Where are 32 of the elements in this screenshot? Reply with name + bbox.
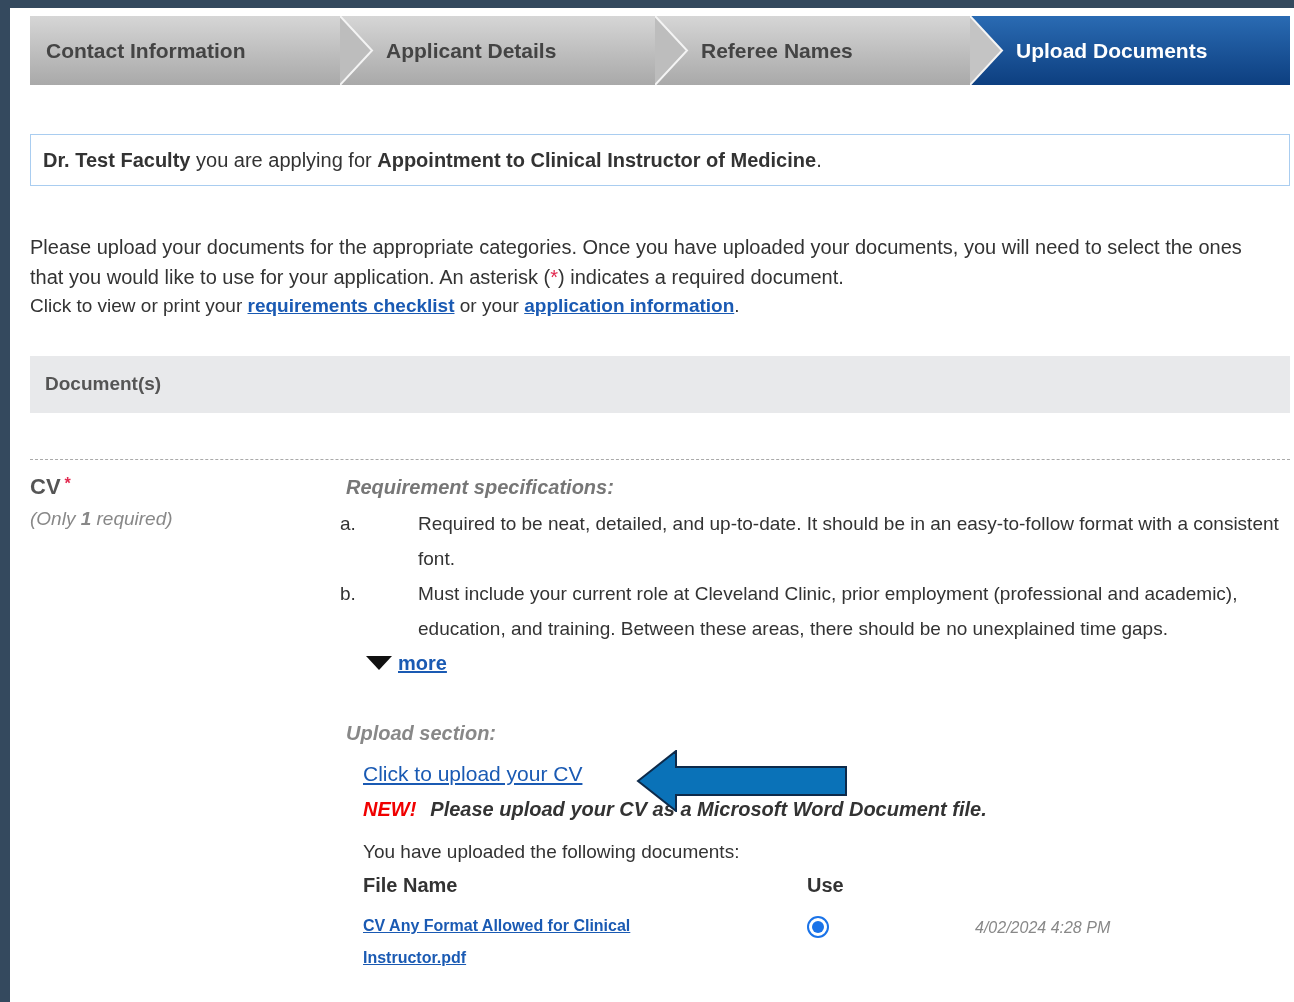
column-header: Use bbox=[807, 873, 844, 898]
upload-date: 4/02/2024 4:28 PM bbox=[975, 918, 1111, 938]
list-marker: b. bbox=[340, 582, 357, 606]
step-tab[interactable]: Referee Names bbox=[655, 16, 970, 85]
more-link[interactable]: more bbox=[398, 648, 447, 678]
application-info-link[interactable]: application information bbox=[524, 295, 735, 316]
use-radio[interactable] bbox=[807, 916, 829, 938]
caret-down-icon bbox=[366, 656, 392, 670]
spec-text: Required to be neat, detailed, and up-to-date. It should be in an easy-to-follow format with a consistent font. bbox=[418, 512, 1280, 571]
document-name: CV bbox=[30, 473, 61, 501]
chevron-separator-icon bbox=[340, 16, 374, 85]
chevron-separator-icon bbox=[970, 16, 1004, 85]
count-note: (Only 1 required) bbox=[30, 507, 173, 531]
section-title: Document(s) bbox=[45, 372, 162, 397]
list-marker: a. bbox=[340, 512, 357, 536]
column-header: File Name bbox=[363, 873, 459, 898]
instructions-text: Please upload your documents for the appropriate categories. Once you have uploaded your documents, you will need to select the ones that you would like to use for your application. An asterisk (*) indicates a required document. bbox=[30, 235, 1243, 290]
spec-text: Must include your current role at Cleveland Clinic, prior employment (professional and academic), education, and training. Between these areas, there should be no unexplained time gaps. bbox=[418, 582, 1239, 641]
checklist-link[interactable]: requirements checklist bbox=[247, 295, 455, 316]
links-text: Click to view or print your requirements checklist or your application information. bbox=[30, 294, 741, 318]
chevron-separator-icon bbox=[655, 16, 689, 85]
uploaded-intro: You have uploaded the following documents: bbox=[363, 839, 740, 864]
upload-link[interactable]: Click to upload your CV bbox=[363, 758, 583, 790]
step-tab[interactable]: Contact Information bbox=[30, 16, 340, 85]
file-link[interactable]: CV Any Format Allowed for Clinical Instructor.pdf bbox=[363, 910, 673, 974]
step-tab[interactable]: Applicant Details bbox=[340, 16, 655, 85]
spec-heading: Requirement specifications: bbox=[346, 475, 614, 500]
upload-heading: Upload section: bbox=[346, 721, 496, 746]
step-tab[interactable]: Upload Documents bbox=[970, 16, 1290, 85]
applicant-notice: Dr. Test Faculty you are applying for Appointment to Clinical Instructor of Medicine. bbox=[30, 134, 1290, 186]
new-label: NEW! bbox=[363, 796, 417, 822]
required-mark: * bbox=[64, 474, 71, 494]
